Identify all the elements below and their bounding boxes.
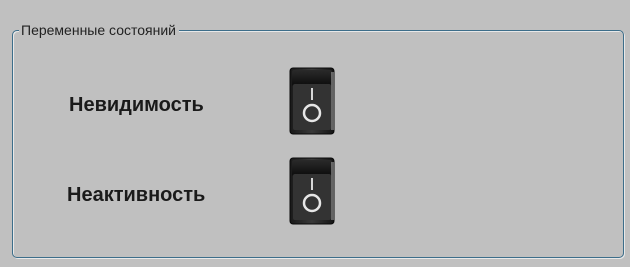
rocker-switch-icon [289,157,335,225]
inactivity-label: Неактивность [67,184,206,206]
rocker-switch-icon [289,67,335,135]
invisibility-label: Невидимость [69,94,204,116]
inactivity-toggle[interactable] [288,156,336,226]
invisibility-toggle[interactable] [288,66,336,136]
groupbox-title: Переменные состояний [19,21,179,39]
